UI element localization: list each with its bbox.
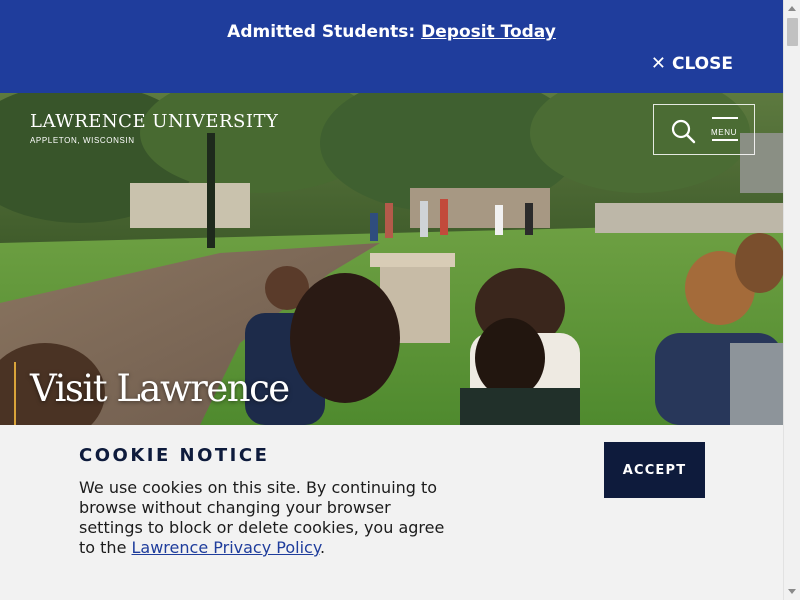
close-icon: ✕ bbox=[650, 53, 666, 74]
scroll-up-arrow-icon[interactable] bbox=[784, 0, 800, 17]
lawrence-logo[interactable]: LAWRENCE UNIVERSITY APPLETON, WISCONSIN bbox=[30, 111, 279, 146]
accept-cookies-button[interactable]: ACCEPT bbox=[604, 442, 705, 498]
menu-label: MENU bbox=[711, 128, 737, 137]
deposit-today-link[interactable]: Deposit Today bbox=[421, 22, 556, 42]
cookie-notice-title: COOKIE NOTICE bbox=[79, 445, 270, 466]
cookie-notice-text: We use cookies on this site. By continui… bbox=[79, 478, 459, 558]
close-banner-button[interactable]: ✕ CLOSE bbox=[651, 53, 733, 74]
privacy-policy-link[interactable]: Lawrence Privacy Policy bbox=[132, 538, 321, 557]
search-icon[interactable] bbox=[670, 118, 696, 144]
banner-prefix: Admitted Students: bbox=[227, 22, 416, 42]
scroll-down-arrow-icon[interactable] bbox=[784, 583, 800, 600]
hero-title: Visit Lawrence bbox=[30, 367, 290, 410]
page-scrollbar[interactable] bbox=[783, 0, 800, 600]
logo-location: APPLETON, WISCONSIN bbox=[30, 136, 135, 145]
cookie-body-end: . bbox=[320, 538, 326, 557]
logo-name: LAWRENCE UNIVERSITY bbox=[30, 111, 279, 132]
menu-button[interactable]: MENU bbox=[710, 115, 744, 147]
hero-title-block: Visit Lawrence bbox=[14, 362, 290, 425]
close-label: CLOSE bbox=[671, 53, 733, 74]
nav-controls: MENU bbox=[653, 104, 755, 155]
hamburger-icon bbox=[712, 117, 738, 119]
banner-message: Admitted Students: Deposit Today bbox=[0, 22, 783, 42]
hamburger-icon-bottom bbox=[712, 139, 738, 141]
scrollbar-thumb[interactable] bbox=[787, 18, 798, 46]
admitted-students-banner: Admitted Students: Deposit Today ✕ CLOSE bbox=[0, 0, 783, 93]
cookie-notice: COOKIE NOTICE We use cookies on this sit… bbox=[0, 425, 783, 600]
